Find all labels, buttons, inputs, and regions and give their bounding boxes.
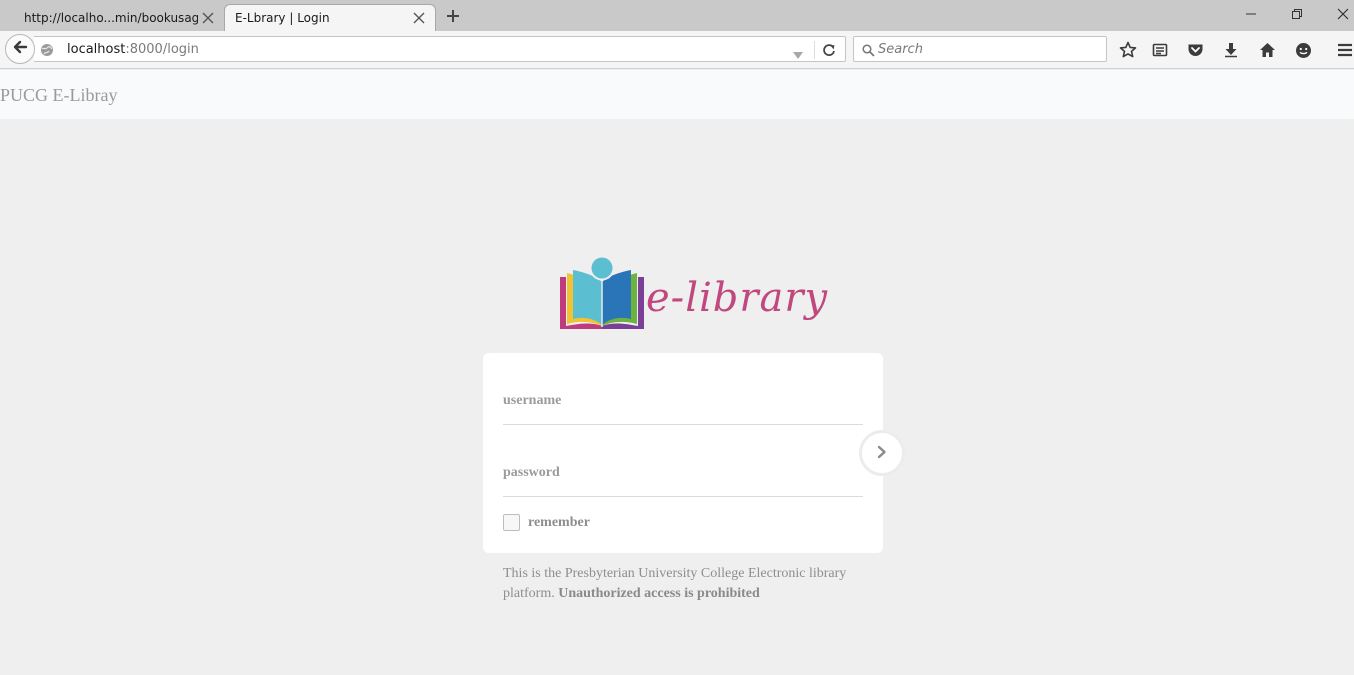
url-bar[interactable]: localhost:8000/login (34, 36, 846, 62)
close-window-icon[interactable] (1333, 3, 1353, 25)
chat-icon[interactable] (1293, 40, 1313, 60)
divider (814, 41, 815, 59)
username-field (503, 377, 863, 425)
download-icon[interactable] (1221, 40, 1241, 60)
minimize-icon[interactable] (1241, 3, 1261, 25)
pocket-icon[interactable] (1185, 40, 1205, 60)
tab-title: E-Lbrary | Login (235, 11, 330, 25)
url-path: :8000/login (125, 42, 199, 57)
tab-title: http://localho...min/bookusage (24, 10, 198, 25)
login-form: remember (483, 353, 883, 553)
back-arrow-icon (12, 39, 28, 59)
new-tab-icon[interactable] (443, 6, 463, 26)
notice-warning: Unauthorized access is prohibited (558, 586, 760, 601)
tab-strip: http://localho...min/bookusage E-Lbrary … (0, 0, 1354, 31)
tab-login[interactable]: E-Lbrary | Login (224, 4, 436, 31)
search-icon (862, 42, 875, 61)
site-header: PUCG E-Libray (0, 70, 1354, 119)
search-bar[interactable] (853, 36, 1107, 62)
remember-me[interactable]: remember (503, 514, 590, 531)
close-tab-icon[interactable] (409, 8, 429, 28)
chevron-right-icon (877, 444, 887, 463)
access-notice: This is the Presbyterian University Coll… (503, 564, 873, 604)
reload-icon[interactable] (820, 41, 838, 59)
globe-icon (40, 42, 54, 61)
home-icon[interactable] (1257, 40, 1277, 60)
back-button[interactable] (5, 34, 35, 64)
remember-label: remember (528, 514, 590, 530)
logo-text: e-library (646, 275, 829, 321)
navigation-toolbar: localhost:8000/login (0, 31, 1354, 69)
reading-list-icon[interactable] (1150, 40, 1170, 60)
search-input[interactable] (878, 40, 1098, 58)
username-input[interactable] (503, 377, 863, 424)
dropdown-icon[interactable] (792, 45, 804, 64)
login-submit-button[interactable] (859, 430, 905, 476)
url-host: localhost (67, 42, 126, 57)
password-field (503, 449, 863, 497)
restore-icon[interactable] (1287, 3, 1307, 25)
tab-bookusage[interactable]: http://localho...min/bookusage (10, 4, 224, 31)
close-tab-icon[interactable] (198, 8, 218, 28)
remember-checkbox[interactable] (503, 514, 520, 531)
open-book-logo-icon (560, 255, 644, 329)
url-text[interactable]: localhost:8000/login (67, 42, 199, 57)
password-input[interactable] (503, 449, 863, 496)
e-library-logo: e-library (558, 255, 833, 337)
site-brand[interactable]: PUCG E-Libray (0, 85, 117, 106)
bookmark-star-icon[interactable] (1118, 40, 1138, 60)
menu-icon[interactable] (1335, 40, 1354, 60)
